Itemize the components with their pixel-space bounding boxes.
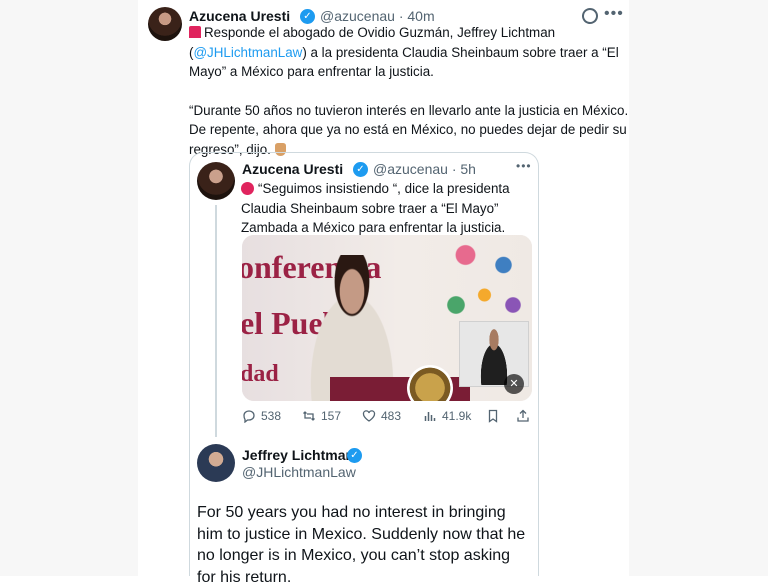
more-options-icon[interactable]: •••	[604, 5, 624, 23]
separator: ·	[451, 161, 457, 177]
tweet-time[interactable]: 5h	[460, 161, 476, 177]
repost-button[interactable]: 157	[302, 409, 341, 423]
verified-badge-icon: ✓	[300, 9, 315, 24]
handle-text[interactable]: @azucenau	[373, 161, 448, 177]
reply-author-name[interactable]: Jeffrey Lichtman	[242, 447, 354, 463]
more-options-icon[interactable]: •••	[516, 159, 532, 173]
thread-line	[215, 205, 217, 437]
share-icon	[517, 409, 529, 422]
quoted-tweet-body: “Seguimos insistiendo “, dice la preside…	[241, 179, 531, 238]
heart-icon	[362, 410, 376, 422]
bookmark-button[interactable]	[486, 409, 500, 423]
view-count: 41.9k	[442, 409, 472, 423]
reply-icon	[243, 410, 255, 423]
video-media[interactable]: onferencia el Pueb dad ✕	[242, 235, 532, 401]
repost-icon	[303, 411, 315, 421]
tweet-time[interactable]: 40m	[407, 8, 434, 24]
share-button[interactable]	[516, 409, 530, 423]
like-count: 483	[381, 409, 402, 423]
tweet-body: Responde el abogado de Ovidio Guzmán, Je…	[189, 23, 629, 160]
mention-link[interactable]: @JHLichtmanLaw	[193, 45, 302, 60]
quoted-tweet-text: “Seguimos insistiendo “, dice la preside…	[241, 181, 510, 236]
quoted-author-name[interactable]: Azucena Uresti	[242, 161, 343, 177]
floral-decoration	[437, 235, 532, 335]
author-name[interactable]: Azucena Uresti	[189, 8, 290, 24]
left-margin	[0, 0, 138, 576]
repost-count: 157	[321, 409, 342, 423]
separator: ·	[398, 8, 404, 24]
views-button[interactable]: 41.9k	[423, 409, 471, 423]
tweet-paragraph-1: Responde el abogado de Ovidio Guzmán, Je…	[189, 23, 629, 82]
reply-author-avatar[interactable]	[197, 444, 235, 482]
tweet-quote-text: “Durante 50 años no tuvieron interés en …	[189, 102, 629, 157]
verified-badge-icon: ✓	[347, 448, 362, 463]
reply-button[interactable]: 538	[242, 409, 281, 423]
mute-icon[interactable]: ✕	[504, 374, 524, 394]
right-margin	[629, 0, 768, 576]
author-avatar[interactable]	[148, 7, 182, 41]
quoted-author-avatar[interactable]	[197, 162, 235, 200]
reply-author-handle[interactable]: @JHLichtmanLaw	[242, 464, 356, 480]
reply-body: For 50 years you had no interest in brin…	[197, 502, 532, 588]
red-circle-emoji-icon	[241, 182, 254, 195]
author-handle[interactable]: @azucenau · 40m	[320, 8, 435, 24]
siren-emoji-icon	[189, 26, 201, 38]
banner-text-line-3: dad	[242, 361, 279, 387]
tweet-paragraph-2: “Durante 50 años no tuvieron interés en …	[189, 101, 629, 160]
bookmark-icon	[488, 409, 498, 423]
reply-count: 538	[261, 409, 282, 423]
analytics-icon	[424, 412, 436, 421]
reply-text: For 50 years you had no interest in brin…	[197, 504, 526, 586]
quoted-author-handle[interactable]: @azucenau · 5h	[373, 161, 476, 177]
handle-text[interactable]: @azucenau	[320, 8, 395, 24]
verified-badge-icon: ✓	[353, 162, 368, 177]
like-button[interactable]: 483	[362, 409, 401, 423]
